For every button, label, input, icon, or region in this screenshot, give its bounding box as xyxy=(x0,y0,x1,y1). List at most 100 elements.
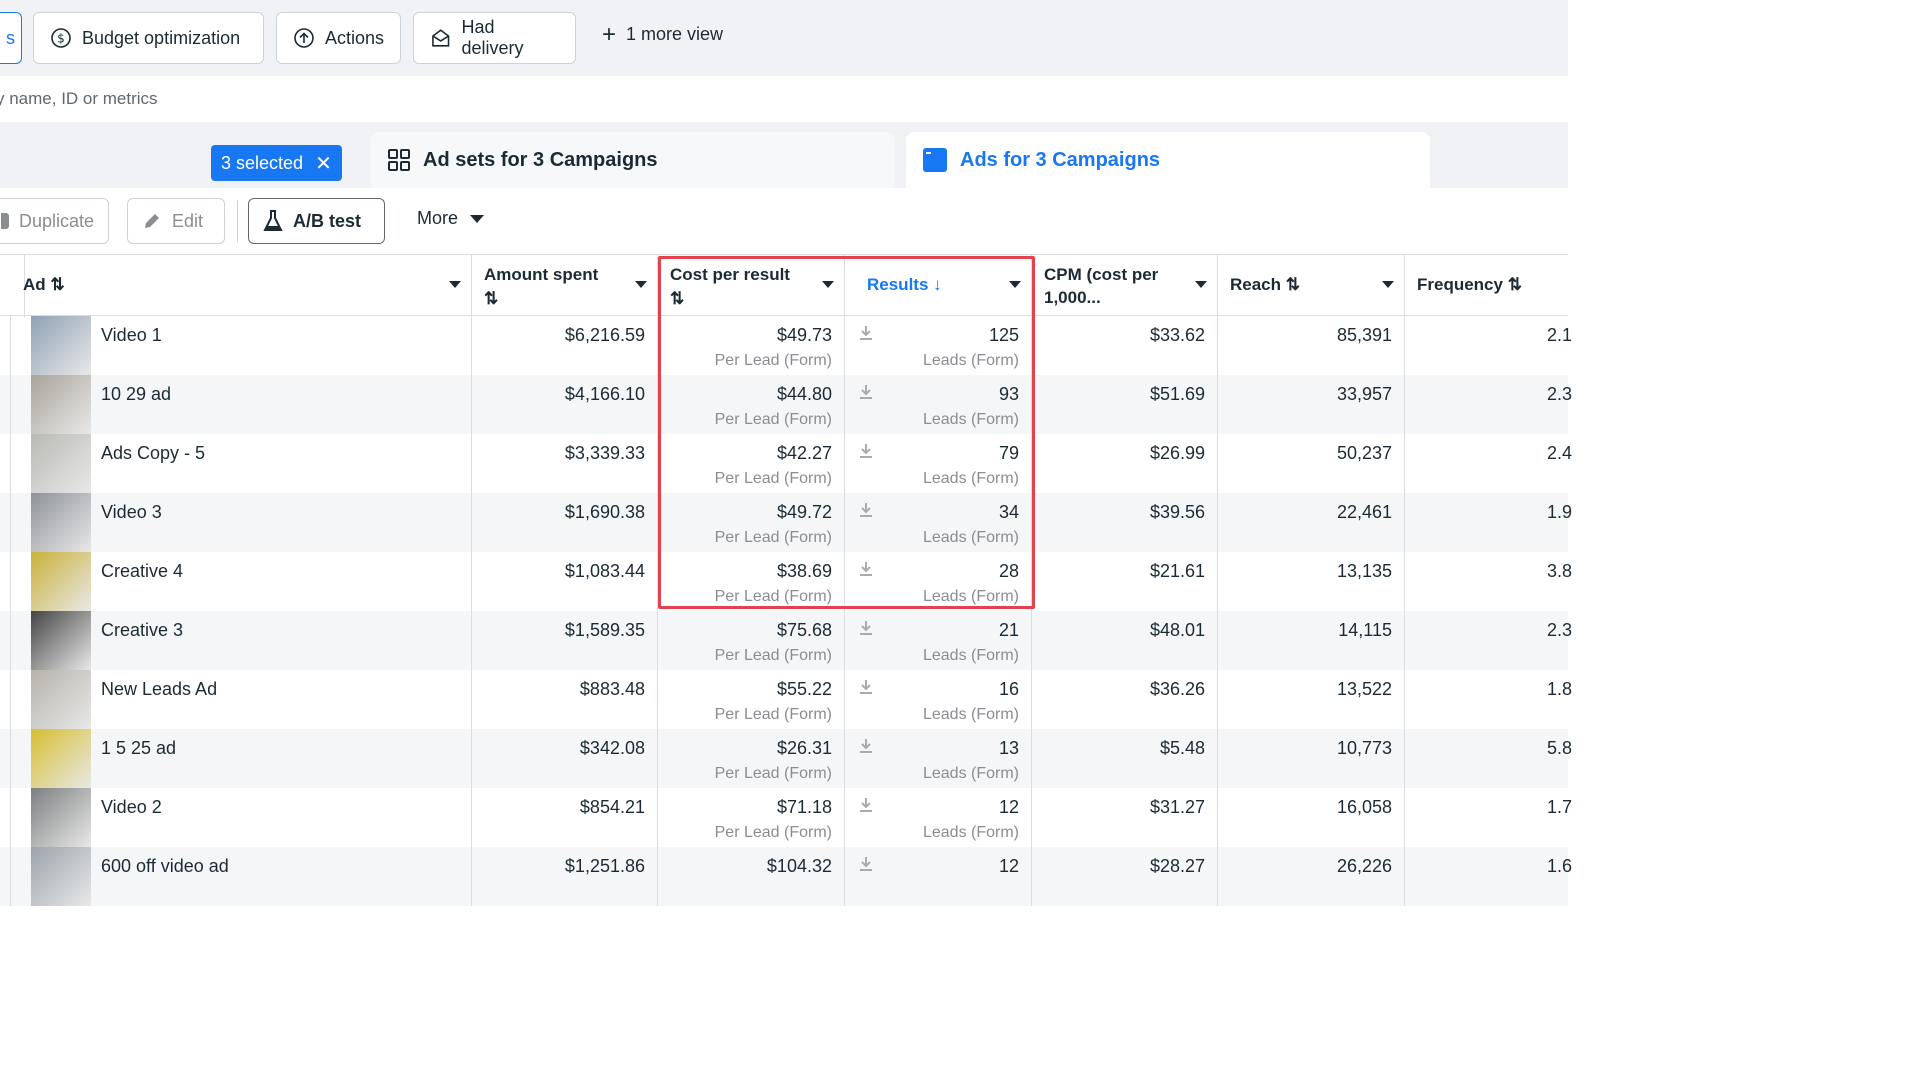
frequency-value: 3.8 xyxy=(1547,561,1573,581)
more-label: More xyxy=(417,208,459,228)
frequency-cell: 2.4 xyxy=(1405,434,1572,493)
campaigns-selected-badge[interactable]: 3 selected ✕ xyxy=(211,145,342,181)
ad-cell[interactable]: Creative 4 xyxy=(11,552,472,611)
cpm-value: $39.56 xyxy=(1149,502,1205,522)
row-checkbox-cell[interactable] xyxy=(0,316,11,375)
results-type: Leads (Form) xyxy=(922,647,1019,664)
ad-name[interactable]: Video 2 xyxy=(101,797,162,818)
ad-thumbnail xyxy=(31,375,91,434)
ad-name[interactable]: Creative 3 xyxy=(101,620,183,641)
amount-spent-cell: $3,339.33 xyxy=(472,434,658,493)
view-chip-actions[interactable]: Actions xyxy=(276,12,401,64)
results-cell: 13 Leads (Form) xyxy=(845,729,1032,788)
ad-cell[interactable]: Video 2 xyxy=(11,788,472,847)
sort-icon[interactable]: ⇅ xyxy=(484,289,645,309)
table-row[interactable]: 600 off video ad $1,251.86 $104.32 12 $2… xyxy=(0,847,1572,906)
header-cpm-label: CPM (cost per xyxy=(1044,265,1159,284)
reach-cell: 26,226 xyxy=(1218,847,1405,906)
ad-cell[interactable]: Video 3 xyxy=(11,493,472,552)
ad-thumbnail xyxy=(31,552,91,611)
cpm-value: $33.62 xyxy=(1149,325,1205,345)
edit-button[interactable]: Edit xyxy=(127,198,225,244)
duplicate-icon xyxy=(1,213,9,229)
cpm-cell: $48.01 xyxy=(1032,611,1218,670)
header-cpm[interactable]: CPM (cost per 1,000... xyxy=(1032,255,1218,317)
dropdown-icon[interactable] xyxy=(449,281,461,288)
row-checkbox-cell[interactable] xyxy=(0,729,11,788)
header-ad[interactable]: Ad ⇅ xyxy=(11,255,472,317)
row-checkbox-cell[interactable] xyxy=(0,670,11,729)
dropdown-icon[interactable] xyxy=(1195,281,1207,288)
ab-test-button[interactable]: A/B test xyxy=(248,198,385,244)
download-icon[interactable] xyxy=(859,797,873,813)
row-checkbox-cell[interactable] xyxy=(0,611,11,670)
cpm-value: $51.69 xyxy=(1149,384,1205,404)
view-chip-partial[interactable]: s xyxy=(0,12,22,64)
ad-cell[interactable]: 10 29 ad xyxy=(11,375,472,434)
more-button[interactable]: More xyxy=(417,208,485,229)
flask-icon xyxy=(263,210,283,231)
ad-name[interactable]: 10 29 ad xyxy=(101,384,171,405)
amount-spent-cell: $342.08 xyxy=(472,729,658,788)
ad-cell[interactable]: New Leads Ad xyxy=(11,670,472,729)
download-icon[interactable] xyxy=(859,856,873,872)
ad-cell[interactable]: Ads Copy - 5 xyxy=(11,434,472,493)
row-checkbox-cell[interactable] xyxy=(0,375,11,434)
download-icon[interactable] xyxy=(859,679,873,695)
duplicate-button[interactable]: Duplicate xyxy=(0,198,110,244)
table-row[interactable]: Video 2 $854.21 $71.18 Per Lead (Form) 1… xyxy=(0,788,1572,847)
view-chip-label: Had delivery xyxy=(461,17,524,58)
ad-thumbnail xyxy=(31,434,91,493)
ad-cell[interactable]: Video 1 xyxy=(11,316,472,375)
view-chip-had-delivery[interactable]: Had delivery xyxy=(413,12,576,64)
frequency-cell: 1.7 xyxy=(1405,788,1572,847)
row-checkbox-cell[interactable] xyxy=(0,552,11,611)
view-chip-label: Budget optimization xyxy=(82,27,241,48)
dropdown-icon[interactable] xyxy=(1382,281,1394,288)
row-checkbox-cell[interactable] xyxy=(0,434,11,493)
ad-name[interactable]: New Leads Ad xyxy=(101,679,217,700)
ad-name[interactable]: Video 3 xyxy=(101,502,162,523)
download-icon[interactable] xyxy=(859,738,873,754)
ad-cell[interactable]: 600 off video ad xyxy=(11,847,472,906)
close-icon[interactable]: ✕ xyxy=(315,151,332,176)
header-amount-spent[interactable]: Amount spent ⇅ xyxy=(472,255,658,317)
header-reach[interactable]: Reach ⇅ xyxy=(1218,255,1405,317)
amount-spent-cell: $4,166.10 xyxy=(472,375,658,434)
reach-cell: 85,391 xyxy=(1218,316,1405,375)
table-row[interactable]: New Leads Ad $883.48 $55.22 Per Lead (Fo… xyxy=(0,670,1572,729)
frequency-value: 2.3 xyxy=(1547,620,1573,640)
cost-per-result-value: $104.32 xyxy=(766,856,832,876)
reach-value: 10,773 xyxy=(1336,738,1392,758)
frequency-value: 1.8 xyxy=(1547,679,1573,699)
search-input[interactable]: y name, ID or metrics xyxy=(0,76,1568,122)
ad-name[interactable]: Ads Copy - 5 xyxy=(101,443,205,464)
frequency-cell: 3.8 xyxy=(1405,552,1572,611)
search-placeholder: y name, ID or metrics xyxy=(0,89,158,108)
frequency-value: 1.7 xyxy=(1547,797,1573,817)
table-row[interactable]: Creative 3 $1,589.35 $75.68 Per Lead (Fo… xyxy=(0,611,1572,670)
results-type: Leads (Form) xyxy=(922,765,1019,782)
row-checkbox-cell[interactable] xyxy=(0,788,11,847)
row-checkbox-cell[interactable] xyxy=(0,847,11,906)
ad-cell[interactable]: Creative 3 xyxy=(11,611,472,670)
cpm-value: $48.01 xyxy=(1149,620,1205,640)
ad-name[interactable]: Video 1 xyxy=(101,325,162,346)
download-icon[interactable] xyxy=(859,620,873,636)
header-frequency[interactable]: Frequency ⇅ xyxy=(1405,255,1568,317)
row-checkbox-cell[interactable] xyxy=(0,493,11,552)
frequency-value: 2.3 xyxy=(1547,384,1573,404)
tab-ads[interactable]: Ads for 3 Campaigns xyxy=(906,132,1430,188)
cost-per-result-cell: $55.22 Per Lead (Form) xyxy=(658,670,845,729)
cpm-value: $31.27 xyxy=(1149,797,1205,817)
ad-name[interactable]: Creative 4 xyxy=(101,561,183,582)
tab-ad-sets[interactable]: Ad sets for 3 Campaigns xyxy=(371,132,895,188)
more-views-button[interactable]: + 1 more view xyxy=(602,22,723,46)
ad-name[interactable]: 600 off video ad xyxy=(101,856,229,877)
dropdown-icon[interactable] xyxy=(635,281,647,288)
ad-cell[interactable]: 1 5 25 ad xyxy=(11,729,472,788)
table-row[interactable]: 1 5 25 ad $342.08 $26.31 Per Lead (Form)… xyxy=(0,729,1572,788)
ad-name[interactable]: 1 5 25 ad xyxy=(101,738,176,759)
view-chip-budget-optimization[interactable]: $ Budget optimization xyxy=(33,12,264,64)
cost-per-result-value: $55.22 xyxy=(776,679,832,699)
